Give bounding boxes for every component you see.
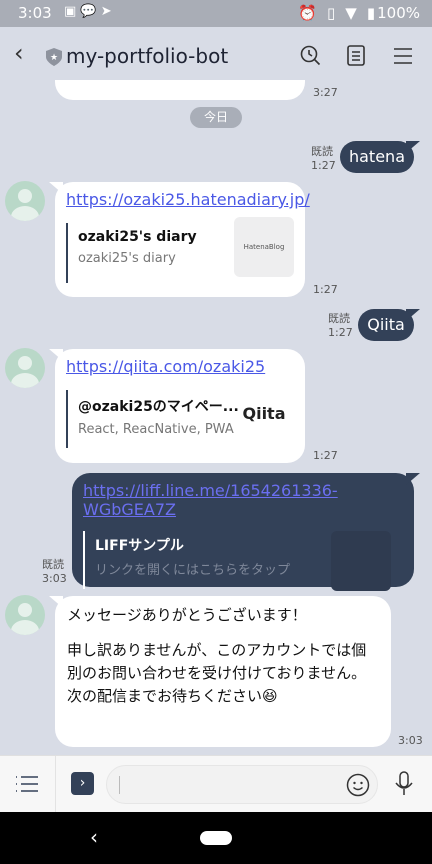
link-card-thumbnail: Qiita (242, 404, 286, 423)
microphone-icon[interactable] (394, 771, 414, 797)
message-time: 3:03 (398, 734, 423, 747)
link-card-thumbnail: HatenaBlog (234, 217, 294, 277)
alarm-icon: ⏰ (298, 4, 318, 22)
link-card-thumbnail (331, 531, 391, 591)
message-line (67, 627, 379, 639)
bot-avatar[interactable] (5, 595, 45, 635)
read-receipt: 既読 (328, 312, 350, 325)
read-receipt: 既読 (42, 558, 64, 571)
message-time: 1:27 (328, 326, 353, 339)
bot-avatar[interactable] (5, 181, 45, 221)
received-link-message[interactable]: https://ozaki25.hatenadiary.jp/ ozaki25'… (49, 182, 310, 297)
message-input[interactable] (106, 765, 378, 804)
message-line: メッセージありがとうございます！ (67, 606, 307, 624)
back-icon[interactable]: ‹ (14, 39, 24, 67)
battery-level: 100% (377, 4, 420, 22)
input-bar: › (0, 755, 432, 813)
verified-shield-icon: ★ (46, 48, 62, 66)
emoji-icon[interactable] (346, 773, 370, 797)
wifi-icon: ▼ (345, 4, 357, 22)
sent-message-bubble[interactable]: Qiita (358, 309, 420, 341)
message-time: 1:27 (311, 159, 336, 172)
bot-avatar[interactable] (5, 348, 45, 388)
expand-icon[interactable]: › (71, 772, 94, 795)
received-text-message[interactable]: メッセージありがとうございます！ 申し訳ありませんが、このアカウントでは個別のお… (49, 596, 391, 747)
received-link-message[interactable]: https://qiita.com/ozaki25 @ozaki25のマイペー.… (49, 349, 305, 463)
message-line: 次の配信までお待ちください😆 (67, 687, 278, 705)
message-time: 3:03 (42, 572, 67, 585)
chat-header: ‹ ★ my-portfolio-bot (0, 27, 432, 85)
read-receipt: 既読 (311, 145, 333, 158)
sent-link-message[interactable]: https://liff.line.me/1654261336-WGbGEA7Z… (72, 473, 420, 591)
system-navigation-bar: ‹ (0, 812, 432, 864)
search-history-icon[interactable] (300, 45, 322, 67)
previous-message-bubble[interactable] (55, 80, 305, 100)
message-line: 申し訳ありませんが、このアカウントでは個別のお問い合わせを受け付けておりません。 (67, 641, 367, 682)
sent-message-bubble[interactable]: hatena (340, 141, 420, 173)
home-button[interactable] (200, 831, 232, 845)
notification-icons: ▣ 💬 ➤ (64, 4, 112, 19)
battery-icon: ▮ (366, 4, 376, 22)
message-link[interactable]: https://ozaki25.hatenadiary.jp/ (66, 190, 310, 209)
system-back-icon[interactable]: ‹ (90, 825, 98, 849)
notes-icon[interactable] (347, 45, 367, 67)
menu-icon[interactable] (393, 47, 413, 65)
divider (55, 756, 56, 813)
status-bar: 3:03 ▣ 💬 ➤ ⏰ ▯ ▼ ▮ 100% (0, 0, 432, 27)
status-time: 3:03 (18, 4, 52, 22)
message-text: hatena (348, 147, 405, 166)
message-time: 1:27 (313, 283, 338, 296)
message-text: Qiita (367, 315, 405, 334)
message-link[interactable]: https://qiita.com/ozaki25 (66, 357, 265, 376)
text-cursor (119, 776, 120, 794)
menu-list-icon[interactable] (15, 775, 39, 793)
message-link[interactable]: https://liff.line.me/1654261336-WGbGEA7Z (83, 481, 338, 519)
chat-title: my-portfolio-bot (66, 44, 229, 68)
svg-text:★: ★ (50, 53, 58, 63)
message-time: 1:27 (313, 449, 338, 462)
vibrate-icon: ▯ (327, 4, 336, 22)
message-time: 3:27 (313, 86, 338, 99)
date-separator: 今日 (190, 107, 242, 128)
